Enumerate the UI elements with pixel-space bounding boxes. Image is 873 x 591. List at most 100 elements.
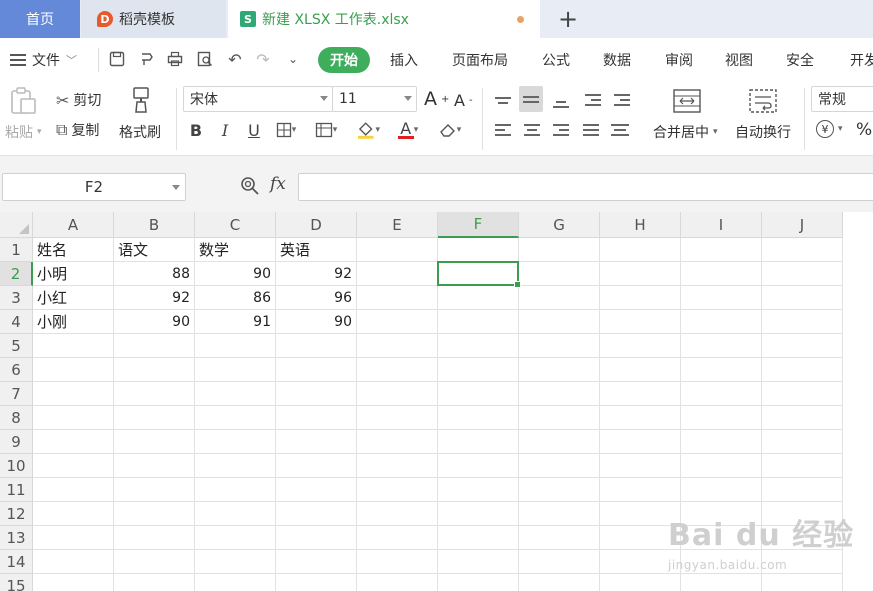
cell-b1[interactable]: 语文 bbox=[114, 238, 195, 262]
cell-j10[interactable] bbox=[762, 454, 843, 478]
cell-b6[interactable] bbox=[114, 358, 195, 382]
cell-j4[interactable] bbox=[762, 310, 843, 334]
cell-a12[interactable] bbox=[33, 502, 114, 526]
cell-g14[interactable] bbox=[519, 550, 600, 574]
cell-h6[interactable] bbox=[600, 358, 681, 382]
cell-f3[interactable] bbox=[438, 286, 519, 310]
font-size-select[interactable]: 11 bbox=[332, 86, 417, 112]
cell-i7[interactable] bbox=[681, 382, 762, 406]
merge-center-button[interactable]: 合并居中 ▾ bbox=[653, 122, 718, 142]
cell-d14[interactable] bbox=[276, 550, 357, 574]
cell-d2[interactable]: 92 bbox=[276, 262, 357, 286]
cell-j7[interactable] bbox=[762, 382, 843, 406]
distributed-align-button[interactable] bbox=[608, 118, 632, 142]
menu-security[interactable]: 安全 bbox=[786, 50, 814, 70]
cell-i6[interactable] bbox=[681, 358, 762, 382]
cell-i8[interactable] bbox=[681, 406, 762, 430]
cell-f4[interactable] bbox=[438, 310, 519, 334]
cell-a8[interactable] bbox=[33, 406, 114, 430]
cell-g11[interactable] bbox=[519, 478, 600, 502]
file-menu[interactable]: 文件 ﹀ bbox=[10, 50, 77, 70]
cell-e1[interactable] bbox=[357, 238, 438, 262]
cell-e11[interactable] bbox=[357, 478, 438, 502]
row-header-4[interactable]: 4 bbox=[0, 310, 33, 334]
cell-b12[interactable] bbox=[114, 502, 195, 526]
cell-b4[interactable]: 90 bbox=[114, 310, 195, 334]
row-header-14[interactable]: 14 bbox=[0, 550, 33, 574]
cell-f7[interactable] bbox=[438, 382, 519, 406]
cell-i5[interactable] bbox=[681, 334, 762, 358]
column-header-e[interactable]: E bbox=[357, 212, 438, 238]
cell-c8[interactable] bbox=[195, 406, 276, 430]
wrap-text-button[interactable]: 自动换行 bbox=[735, 122, 791, 142]
menu-home[interactable]: 开始 bbox=[318, 47, 370, 73]
export-icon[interactable] bbox=[138, 50, 156, 68]
paste-button[interactable] bbox=[8, 86, 38, 116]
cell-g9[interactable] bbox=[519, 430, 600, 454]
cell-d15[interactable] bbox=[276, 574, 357, 591]
cell-i9[interactable] bbox=[681, 430, 762, 454]
cell-c4[interactable]: 91 bbox=[195, 310, 276, 334]
cell-style-button[interactable]: ▾ bbox=[314, 118, 338, 142]
cell-a3[interactable]: 小红 bbox=[33, 286, 114, 310]
cell-g13[interactable] bbox=[519, 526, 600, 550]
cell-b2[interactable]: 88 bbox=[114, 262, 195, 286]
cell-d7[interactable] bbox=[276, 382, 357, 406]
cell-d1[interactable]: 英语 bbox=[276, 238, 357, 262]
cell-b11[interactable] bbox=[114, 478, 195, 502]
row-header-5[interactable]: 5 bbox=[0, 334, 33, 358]
cell-g2[interactable] bbox=[519, 262, 600, 286]
cell-d12[interactable] bbox=[276, 502, 357, 526]
wrap-text-icon[interactable] bbox=[748, 88, 778, 114]
cell-a4[interactable]: 小刚 bbox=[33, 310, 114, 334]
underline-button[interactable]: U bbox=[242, 118, 266, 142]
row-header-15[interactable]: 15 bbox=[0, 574, 33, 591]
cell-e5[interactable] bbox=[357, 334, 438, 358]
cell-e6[interactable] bbox=[357, 358, 438, 382]
cell-i4[interactable] bbox=[681, 310, 762, 334]
cell-c11[interactable] bbox=[195, 478, 276, 502]
cell-h7[interactable] bbox=[600, 382, 681, 406]
increase-font-size-button[interactable]: A + bbox=[424, 88, 449, 110]
cell-j15[interactable] bbox=[762, 574, 843, 591]
row-header-9[interactable]: 9 bbox=[0, 430, 33, 454]
cell-i3[interactable] bbox=[681, 286, 762, 310]
cell-f5[interactable] bbox=[438, 334, 519, 358]
column-header-b[interactable]: B bbox=[114, 212, 195, 238]
cell-b10[interactable] bbox=[114, 454, 195, 478]
decrease-indent-button[interactable] bbox=[581, 88, 605, 112]
cell-f6[interactable] bbox=[438, 358, 519, 382]
cell-j9[interactable] bbox=[762, 430, 843, 454]
row-header-2[interactable]: 2 bbox=[0, 262, 33, 286]
cell-f2[interactable] bbox=[438, 262, 519, 286]
menu-view[interactable]: 视图 bbox=[725, 50, 753, 70]
cell-h1[interactable] bbox=[600, 238, 681, 262]
font-color-button[interactable]: A ▾ bbox=[396, 118, 420, 142]
cell-d3[interactable]: 96 bbox=[276, 286, 357, 310]
column-header-i[interactable]: I bbox=[681, 212, 762, 238]
cell-b8[interactable] bbox=[114, 406, 195, 430]
save-icon[interactable] bbox=[108, 50, 126, 68]
cell-e14[interactable] bbox=[357, 550, 438, 574]
column-header-c[interactable]: C bbox=[195, 212, 276, 238]
align-top-button[interactable] bbox=[491, 88, 515, 112]
cell-d9[interactable] bbox=[276, 430, 357, 454]
column-header-g[interactable]: G bbox=[519, 212, 600, 238]
font-name-select[interactable]: 宋体 bbox=[183, 86, 333, 112]
row-header-1[interactable]: 1 bbox=[0, 238, 33, 262]
cell-e9[interactable] bbox=[357, 430, 438, 454]
cell-d13[interactable] bbox=[276, 526, 357, 550]
cell-j8[interactable] bbox=[762, 406, 843, 430]
menu-developer[interactable]: 开发 bbox=[850, 50, 873, 70]
cell-i11[interactable] bbox=[681, 478, 762, 502]
tab-home[interactable]: 首页 bbox=[0, 0, 80, 38]
number-format-select[interactable]: 常规 bbox=[811, 86, 873, 112]
customize-dropdown-icon[interactable]: ⌄ bbox=[284, 50, 302, 68]
currency-format-button[interactable]: ¥ ▾ bbox=[816, 120, 843, 138]
borders-button[interactable]: ▾ bbox=[274, 118, 298, 142]
align-left-button[interactable] bbox=[491, 118, 515, 142]
cell-e3[interactable] bbox=[357, 286, 438, 310]
cell-c6[interactable] bbox=[195, 358, 276, 382]
cell-i15[interactable] bbox=[681, 574, 762, 591]
menu-data[interactable]: 数据 bbox=[603, 50, 631, 70]
